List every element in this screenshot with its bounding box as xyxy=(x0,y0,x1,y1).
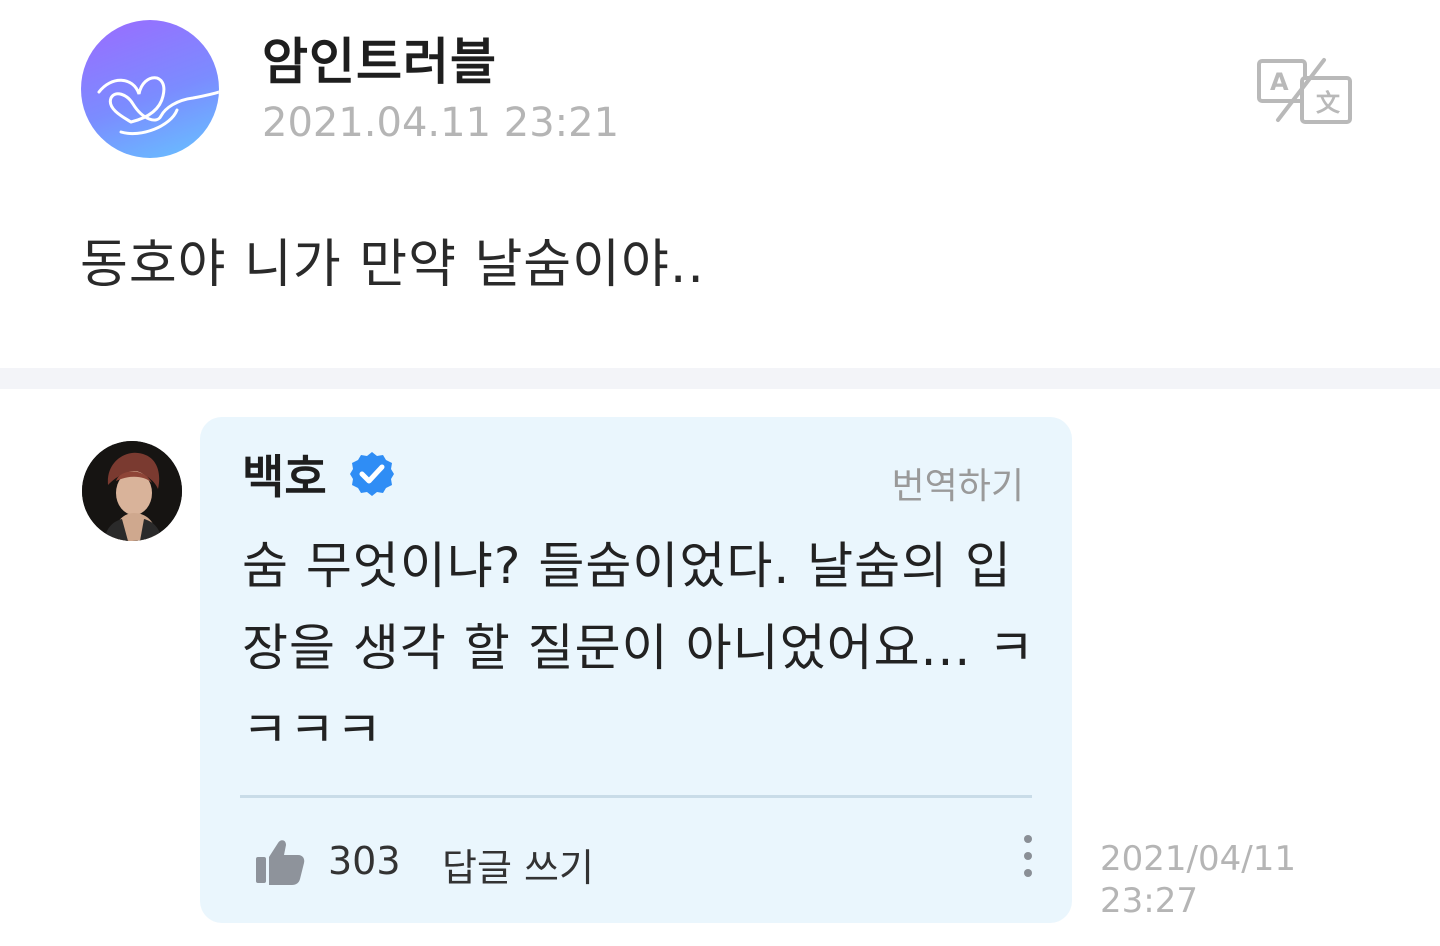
comment-body-text: 숨 무엇이냐? 들숨이었다. 날숨의 입장을 생각 할 질문이 아니었어요...… xyxy=(242,537,1036,759)
comment-author-avatar[interactable] xyxy=(82,441,182,541)
section-divider xyxy=(0,368,1440,389)
verified-badge-icon xyxy=(348,450,396,498)
reply-button[interactable]: 답글 쓰기 xyxy=(442,837,594,892)
post-body-text: 동호야 니가 만약 날숨이야.. xyxy=(80,235,705,295)
post-timestamp: 2021.04.11 23:21 xyxy=(262,100,620,146)
comment-divider xyxy=(240,795,1032,798)
like-count: 303 xyxy=(328,839,401,883)
translate-icon[interactable]: A 文 xyxy=(1256,56,1354,126)
heart-scribble-icon xyxy=(97,76,219,135)
profile-photo-icon xyxy=(82,441,182,541)
comment-bubble: 백호 번역하기 숨 무엇이냐? 들숨이었다. 날숨의 입장을 생각 할 질문이 … xyxy=(200,417,1072,923)
post-author-avatar[interactable] xyxy=(81,20,219,158)
thumbs-up-icon[interactable] xyxy=(254,835,306,887)
svg-text:文: 文 xyxy=(1316,89,1341,117)
comment-time: 23:27 xyxy=(1100,881,1198,921)
comment-date: 2021/04/11 xyxy=(1100,839,1296,879)
post-author-name[interactable]: 암인트러블 xyxy=(262,22,497,94)
comment-author-name[interactable]: 백호 xyxy=(242,441,327,507)
comment-timestamp: 2021/04/11 23:27 xyxy=(1100,838,1320,922)
svg-text:A: A xyxy=(1270,68,1289,96)
more-vertical-icon[interactable] xyxy=(1018,835,1038,887)
translate-button[interactable]: 번역하기 xyxy=(892,457,1024,509)
